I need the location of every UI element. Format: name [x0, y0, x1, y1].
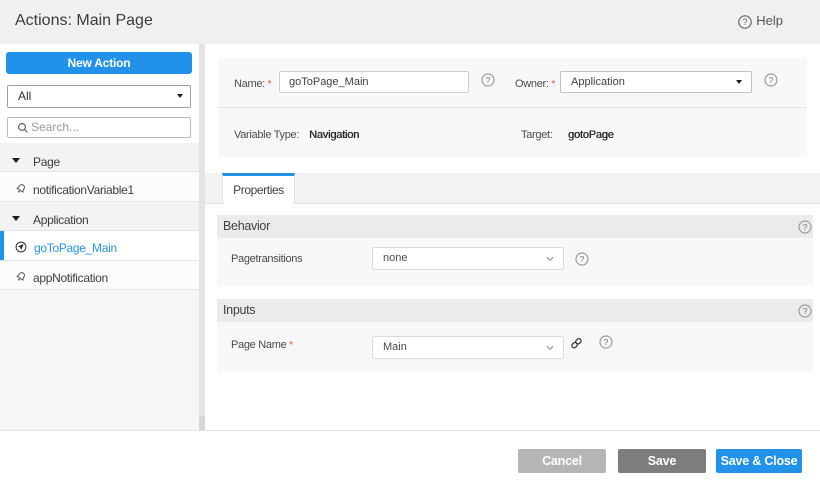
svg-text:?: ?: [580, 254, 585, 264]
svg-text:?: ?: [743, 17, 748, 27]
svg-text:?: ?: [802, 306, 807, 316]
svg-text:?: ?: [802, 222, 807, 232]
svg-text:?: ?: [604, 337, 609, 347]
svg-text:?: ?: [486, 75, 491, 85]
svg-text:?: ?: [769, 75, 774, 85]
